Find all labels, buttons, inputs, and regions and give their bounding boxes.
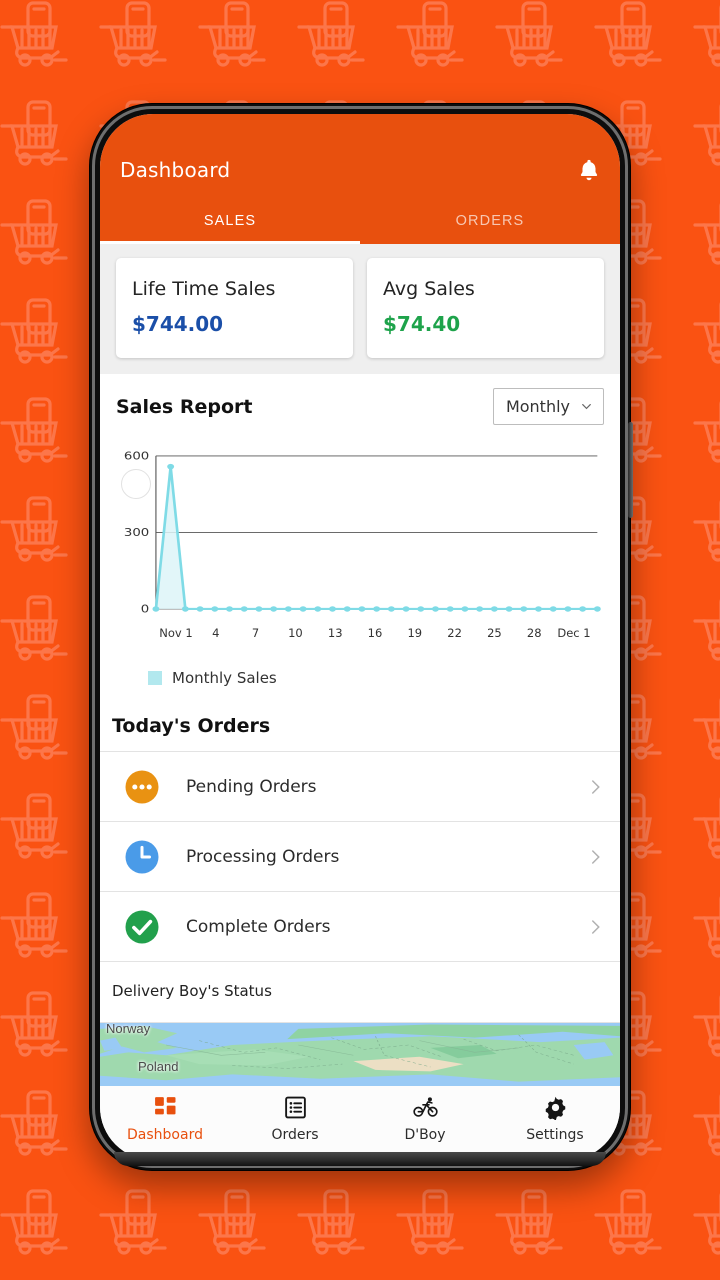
order-row-pending[interactable]: Pending Orders (100, 752, 620, 822)
svg-text:25: 25 (487, 626, 502, 640)
nav-item-orders[interactable]: Orders (230, 1095, 360, 1143)
nav-item-dashboard[interactable]: Dashboard (100, 1095, 230, 1143)
svg-text:19: 19 (407, 626, 422, 640)
map-label-norway: Norway (106, 1023, 151, 1036)
svg-text:10: 10 (288, 626, 303, 640)
refresh-ripple-indicator (121, 469, 151, 499)
promotional-background: Dashboard SALES ORDERS Life Time Sales $… (0, 0, 720, 1280)
app-bar-top-row: Dashboard (100, 142, 620, 198)
stat-label: Avg Sales (383, 278, 475, 300)
svg-text:13: 13 (328, 626, 343, 640)
stat-value: $74.40 (383, 312, 461, 336)
phone-screen: Dashboard SALES ORDERS Life Time Sales $… (100, 114, 620, 1160)
todays-orders-title: Today's Orders (100, 703, 620, 752)
chevron-right-icon (592, 849, 600, 864)
period-select-value: Monthly (505, 397, 570, 416)
gear-icon (545, 1096, 565, 1120)
nav-item-label: Settings (526, 1127, 584, 1143)
chart-x-axis: Nov 1 4 7 10 13 16 19 22 25 28 Dec 1 (159, 626, 590, 640)
sales-report-header: Sales Report Monthly (116, 388, 604, 425)
nav-item-label: Dashboard (127, 1127, 203, 1143)
tab-orders-label: ORDERS (455, 213, 525, 229)
stat-value: $744.00 (132, 312, 224, 336)
phone-device-frame: Dashboard SALES ORDERS Life Time Sales $… (90, 104, 633, 1170)
nav-item-label: Orders (271, 1127, 319, 1143)
tab-bar: SALES ORDERS (100, 198, 620, 244)
svg-text:600: 600 (124, 450, 149, 462)
sales-chart[interactable]: 0 300 600 Nov 1 4 7 10 13 16 19 22 25 28 Dec 1 (116, 447, 604, 659)
list-icon (284, 1096, 306, 1119)
stats-row: Life Time Sales $744.00 Avg Sales $74.40 (100, 244, 620, 366)
page-title: Dashboard (120, 158, 231, 182)
stat-card-lifetime-sales[interactable]: Life Time Sales $744.00 (116, 258, 353, 358)
chevron-right-icon (592, 779, 600, 794)
svg-text:Nov 1: Nov 1 (159, 626, 192, 640)
chevron-right-icon (592, 919, 600, 934)
period-select[interactable]: Monthly (492, 388, 604, 425)
order-row-label: Pending Orders (186, 776, 317, 797)
legend-label: Monthly Sales (172, 669, 277, 687)
map-label-poland: Poland (138, 1059, 179, 1074)
order-row-complete[interactable]: Complete Orders (100, 892, 620, 962)
nav-item-label: D'Boy (404, 1127, 446, 1143)
check-circle-icon (125, 910, 159, 943)
dashboard-grid-icon (154, 1097, 175, 1115)
bell-icon[interactable] (576, 157, 602, 183)
three-dots-circle-icon (125, 770, 159, 803)
sales-report-title: Sales Report (116, 395, 253, 418)
dashboard-scroll-content[interactable]: Life Time Sales $744.00 Avg Sales $74.40… (100, 244, 620, 1086)
bottom-navigation-bar: Dashboard Orders D'Boy Settings (100, 1086, 620, 1160)
nav-item-settings[interactable]: Settings (490, 1095, 620, 1143)
svg-text:16: 16 (368, 626, 383, 640)
bicycle-icon (412, 1097, 438, 1117)
app-bar: Dashboard SALES ORDERS (100, 114, 620, 244)
chart-legend: Monthly Sales (116, 659, 604, 693)
power-button[interactable] (628, 422, 633, 518)
sales-report-card: Sales Report Monthly 0 300 600 Nov 1 4 7 10 13… (100, 374, 620, 703)
clock-circle-icon (125, 840, 159, 873)
svg-text:28: 28 (527, 626, 542, 640)
svg-text:22: 22 (447, 626, 462, 640)
svg-text:7: 7 (252, 626, 259, 640)
map-terrain (100, 1023, 620, 1086)
svg-text:0: 0 (141, 603, 149, 615)
svg-text:Dec 1: Dec 1 (557, 626, 590, 640)
tab-orders[interactable]: ORDERS (360, 198, 620, 244)
order-row-label: Complete Orders (186, 916, 331, 937)
stat-label: Life Time Sales (132, 278, 276, 300)
order-row-processing[interactable]: Processing Orders (100, 822, 620, 892)
nav-item-dboy[interactable]: D'Boy (360, 1095, 490, 1143)
tab-sales-label: SALES (203, 213, 257, 229)
sales-line-chart: 0 300 600 (124, 450, 601, 615)
order-row-label: Processing Orders (186, 846, 340, 867)
delivery-map[interactable]: Norway Poland (100, 1023, 620, 1086)
legend-swatch (148, 671, 162, 685)
delivery-boy-status-label: Delivery Boy's Status (100, 962, 620, 1023)
stat-card-avg-sales[interactable]: Avg Sales $74.40 (367, 258, 604, 358)
tab-sales[interactable]: SALES (100, 198, 360, 244)
chevron-down-icon (582, 404, 591, 410)
svg-text:300: 300 (124, 526, 149, 538)
svg-text:4: 4 (212, 626, 219, 640)
